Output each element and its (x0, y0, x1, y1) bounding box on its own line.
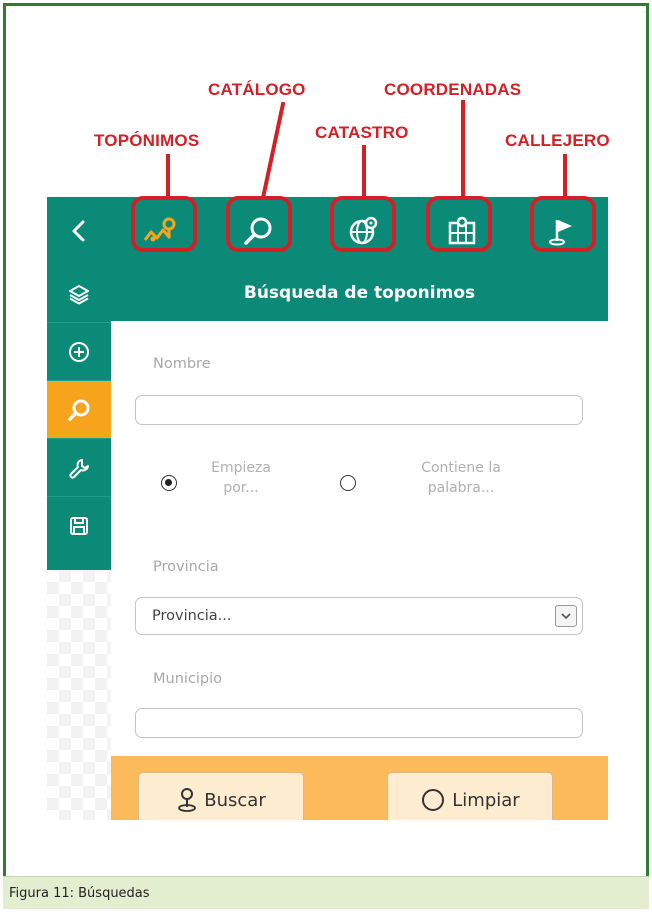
add-circle-icon (69, 341, 89, 362)
chevron-down-icon (561, 613, 571, 620)
figure-caption: Figura 11: Búsquedas (3, 876, 649, 909)
callout-callejero: CALLEJERO (505, 131, 610, 150)
municipio-label: Municipio (153, 671, 223, 687)
highlight-ring (131, 196, 197, 252)
callout-stem (166, 154, 170, 198)
callout-stem (461, 100, 465, 198)
callout-catalogo: CATÁLOGO (208, 80, 306, 99)
radio-label-line: por... (223, 480, 259, 496)
buscar-label: Buscar (204, 789, 266, 811)
provincia-selected-value: Provincia... (152, 608, 232, 624)
callout-stem (362, 145, 366, 198)
save-icon (70, 517, 88, 535)
nombre-label: Nombre (153, 356, 211, 372)
nombre-input[interactable] (135, 395, 583, 425)
search-icon (68, 399, 90, 421)
radio-empieza-label[interactable]: Empieza por... (176, 458, 306, 498)
provincia-select[interactable]: Provincia... (135, 597, 583, 635)
radio-empieza[interactable] (161, 475, 177, 491)
sidebar-item-add[interactable] (47, 323, 111, 381)
callout-toponimos: TOPÓNIMOS (94, 131, 200, 150)
wrench-icon (69, 458, 89, 479)
circle-icon (422, 789, 445, 811)
search-form: Nombre Empieza por... Contiene la palabr… (111, 321, 608, 756)
highlight-ring (426, 196, 492, 252)
radio-label-line: Contiene la (421, 460, 501, 476)
dropdown-arrow[interactable] (555, 605, 577, 627)
radio-contiene-label[interactable]: Contiene la palabra... (396, 458, 526, 498)
provincia-label: Provincia (153, 559, 219, 575)
panel-title: Búsqueda de toponimos (111, 265, 608, 321)
callout-catastro: CATASTRO (315, 123, 409, 142)
sidebar-item-tools[interactable] (47, 439, 111, 497)
highlight-ring (530, 196, 596, 252)
radio-label-line: palabra... (427, 480, 495, 496)
radio-contiene[interactable] (340, 475, 356, 491)
back-button[interactable] (47, 197, 111, 265)
municipio-input[interactable] (135, 708, 583, 738)
highlight-ring (226, 196, 292, 252)
panel-bottom-edge (111, 820, 608, 828)
panel-footer: Buscar Limpiar (111, 756, 608, 828)
sidebar-item-layers[interactable] (47, 265, 111, 323)
sidebar (47, 265, 111, 570)
highlight-ring (330, 196, 396, 252)
callout-stem (563, 154, 567, 198)
sidebar-item-save[interactable] (47, 497, 111, 555)
sidebar-item-search[interactable] (47, 381, 111, 439)
chevron-left-icon (72, 220, 85, 242)
limpiar-label: Limpiar (452, 789, 520, 811)
map-background (47, 570, 111, 820)
radio-label-line: Empieza (211, 460, 271, 476)
layers-icon (69, 284, 89, 304)
map-pin-icon (178, 788, 197, 812)
callout-coordenadas: COORDENADAS (384, 80, 522, 99)
